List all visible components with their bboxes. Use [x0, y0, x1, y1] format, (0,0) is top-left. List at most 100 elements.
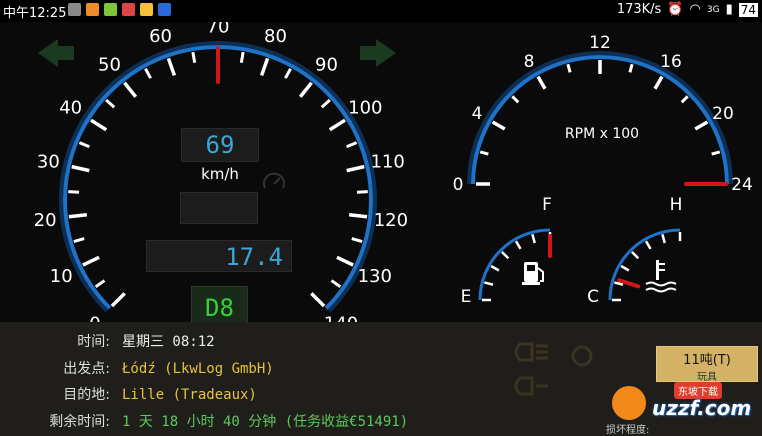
gauge-tick-label: 20 [34, 210, 57, 231]
gauge-tick [490, 264, 500, 272]
cargo-weight: 11吨(T) [683, 353, 731, 368]
gauge-tick [336, 255, 354, 267]
gauge-tick-label: 140 [324, 313, 358, 322]
gauge-tick [144, 67, 152, 79]
gauge-tick [78, 141, 90, 149]
headlight-icon [514, 342, 548, 362]
gauge-tick [68, 213, 88, 219]
gauge-tick [346, 141, 358, 149]
gauge-tick-label: 24 [731, 175, 753, 195]
signal-icon: 3G [706, 4, 720, 15]
gauge-tick [330, 279, 342, 289]
origin-value: Łódź (LkwLog GmbH) [122, 361, 274, 377]
gauge-tick [566, 63, 572, 73]
gauge-tick-label: 16 [660, 52, 682, 72]
gauge-tick [531, 233, 536, 244]
gauge-tick-label: 0 [89, 313, 100, 322]
watermark-domain: uzzf.com [652, 396, 752, 420]
origin-row: 出发点: Łódź (LkwLog GmbH) [0, 358, 762, 380]
gauge-tick [110, 292, 126, 308]
watermark: 东坡下载 uzzf.com [612, 382, 757, 424]
gauge-tick [298, 81, 313, 98]
gauge-tick [82, 255, 100, 267]
signal-bars-icon: ▮ [725, 2, 733, 17]
gauge-tick-label: 12 [589, 33, 611, 53]
tachometer: 0 4 8 12 16 20 24 [453, 33, 753, 195]
gauges-svg: 0 10 20 30 40 50 60 70 80 90 100 110 120 130 140 0 4 8 12… [34, 22, 753, 322]
destination-label: 目的地: [63, 387, 110, 403]
gauge-tick [90, 118, 108, 132]
speed-readout: 69 [181, 128, 259, 162]
destination-value: Lille (Tradeaux) [122, 387, 257, 403]
gauge-tick-label: 130 [358, 266, 392, 287]
gauge-tick-label: 100 [348, 98, 382, 119]
gauge-tick [661, 233, 666, 244]
gauge-high-label: F [542, 195, 552, 215]
gauge-arc [478, 228, 551, 301]
cruise-control-icon [263, 172, 285, 189]
warning-lights [514, 342, 593, 396]
gauge-arc [471, 55, 729, 185]
gauge-tick [653, 75, 664, 90]
coolant-temp-icon [645, 260, 677, 293]
time-value: 星期三 08:12 [122, 334, 215, 350]
gauge-tick [73, 237, 85, 243]
gauge-tick-label: 30 [37, 152, 60, 173]
gauge-tick [680, 95, 689, 104]
rpm-label: RPM x 100 [564, 126, 640, 142]
time-label: 时间: [77, 334, 110, 350]
notification-icons [68, 3, 171, 16]
gauge-tick-label: 40 [59, 98, 82, 119]
gauge-tick-label: 0 [453, 175, 464, 195]
gauge-tick [328, 118, 346, 132]
gauge-tick-label: 8 [524, 52, 535, 72]
parking-light-icon [514, 376, 548, 396]
gauge-tick [694, 120, 709, 131]
gauge-tick [123, 81, 138, 98]
gauge-tick [711, 150, 721, 156]
fuel-pump-icon [522, 262, 544, 285]
cargo-name: 玩具 [697, 372, 717, 383]
gauge-tick [94, 279, 106, 289]
status-right: 173K/s ⏰ ◠ 3G ▮ 74 [617, 2, 758, 17]
gauge-low-label: C [587, 287, 599, 307]
photo-app-icon [86, 3, 99, 16]
browser-app-icon [158, 3, 171, 16]
cruise-speed-box [180, 192, 258, 224]
gauge-tick [644, 240, 652, 250]
dashboard: 0 10 20 30 40 50 60 70 80 90 100 110 120 130 140 0 4 8 12… [0, 22, 762, 330]
gauge-tick-label: 4 [472, 104, 483, 124]
brake-warning-icon [571, 345, 593, 367]
gauge-tick [631, 251, 640, 260]
gauge-tick [68, 190, 80, 194]
gauge-tick-label: 90 [315, 54, 338, 75]
wifi-icon: ◠ [689, 2, 701, 17]
temperature-gauge: CH [587, 195, 682, 307]
gallery-icon [68, 3, 81, 16]
gauge-tick [105, 98, 116, 109]
gauge-tick [356, 190, 368, 194]
gauge-tick [346, 164, 365, 173]
gauge-tick [239, 51, 245, 64]
gauge-tick [166, 57, 177, 76]
gauge-tick [491, 120, 506, 131]
fuel-gauge: EF [461, 195, 552, 307]
gauge-tick-label: 50 [98, 54, 121, 75]
odometer-readout: 17.4 [146, 240, 292, 272]
remaining-value: 1 天 18 小时 40 分钟 (任务收益€51491) [122, 414, 409, 430]
market-app-icon [104, 3, 117, 16]
gauge-tick [284, 67, 292, 79]
speed-unit: km/h [201, 165, 239, 183]
gauge-tick [479, 150, 489, 156]
game-app-icon [140, 3, 153, 16]
origin-label: 出发点: [63, 361, 110, 377]
gauge-tick [483, 281, 494, 286]
gauge-tick-label: 20 [712, 104, 734, 124]
gauge-tick-label: 10 [50, 266, 73, 287]
network-speed: 173K/s [616, 2, 662, 17]
gauge-tick [514, 240, 522, 250]
qq-app-icon [122, 3, 135, 16]
gauge-low-label: E [461, 287, 472, 307]
gauge-tick [259, 57, 270, 76]
alarm-icon: ⏰ [667, 2, 684, 17]
